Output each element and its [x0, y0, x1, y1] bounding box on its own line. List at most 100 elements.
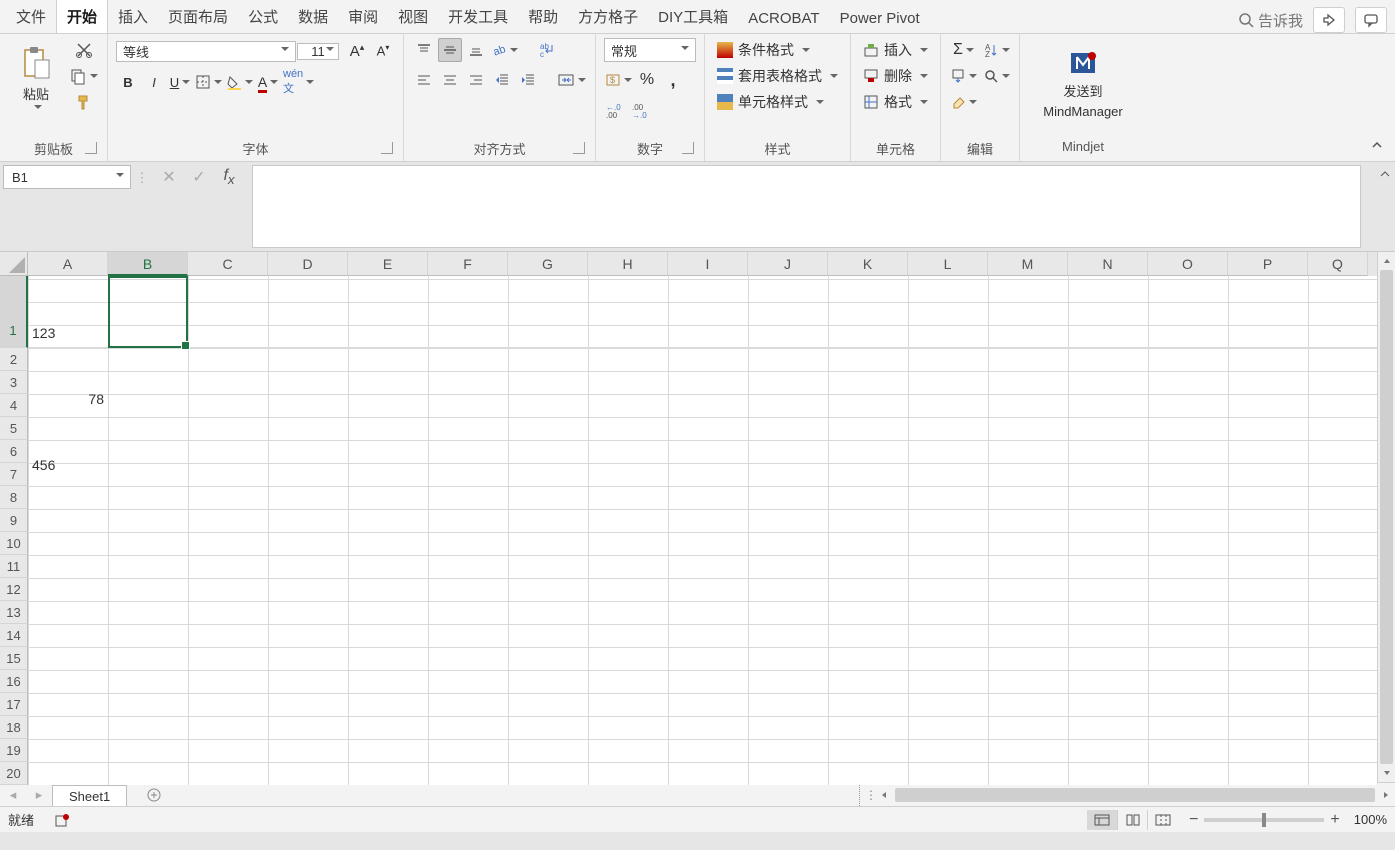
colhdr-D[interactable]: D: [268, 252, 348, 276]
decrease-font-button[interactable]: A▾: [371, 39, 395, 63]
rowhdr-6[interactable]: 6: [0, 440, 28, 463]
sheet-nav-prev[interactable]: ◂: [0, 783, 26, 806]
tab-review[interactable]: 审阅: [338, 0, 388, 33]
zoom-out-button[interactable]: −: [1189, 811, 1198, 829]
cell-styles-button[interactable]: 单元格样式: [713, 90, 828, 114]
macro-record-button[interactable]: [54, 812, 70, 828]
merge-center-button[interactable]: [556, 68, 587, 92]
paste-button[interactable]: 粘贴: [8, 38, 64, 130]
font-size-combo[interactable]: 11: [297, 43, 339, 60]
colhdr-P[interactable]: P: [1228, 252, 1308, 276]
colhdr-C[interactable]: C: [188, 252, 268, 276]
conditional-formatting-button[interactable]: 条件格式: [713, 38, 814, 62]
format-as-table-button[interactable]: 套用表格格式: [713, 64, 842, 88]
rowhdr-11[interactable]: 11: [0, 555, 28, 578]
format-cells-button[interactable]: 格式: [859, 90, 932, 114]
send-to-mindmanager-button[interactable]: 发送到 MindManager: [1028, 38, 1138, 130]
align-right-button[interactable]: [464, 68, 488, 92]
split-grip[interactable]: ⋮: [867, 783, 875, 806]
fill-color-button[interactable]: [225, 70, 254, 94]
horizontal-scrollbar[interactable]: [875, 783, 1395, 806]
tab-data[interactable]: 数据: [288, 0, 338, 33]
rowhdr-8[interactable]: 8: [0, 486, 28, 509]
rowhdr-14[interactable]: 14: [0, 624, 28, 647]
rowhdr-7[interactable]: 7: [0, 463, 28, 486]
italic-button[interactable]: I: [142, 70, 166, 94]
select-all-corner[interactable]: [0, 252, 28, 276]
comma-style-button[interactable]: ,: [661, 68, 685, 92]
colhdr-Q[interactable]: Q: [1308, 252, 1368, 276]
format-painter-button[interactable]: [72, 90, 96, 114]
scroll-left-button[interactable]: [875, 786, 893, 804]
zoom-in-button[interactable]: +: [1330, 811, 1339, 829]
sort-filter-button[interactable]: AZ: [982, 38, 1011, 62]
tab-help[interactable]: 帮助: [518, 0, 568, 33]
colhdr-H[interactable]: H: [588, 252, 668, 276]
number-launcher[interactable]: [682, 142, 694, 154]
tab-acrobat[interactable]: ACROBAT: [738, 4, 829, 33]
border-button[interactable]: [194, 70, 223, 94]
share-button[interactable]: [1313, 7, 1345, 33]
tab-view[interactable]: 视图: [388, 0, 438, 33]
alignment-launcher[interactable]: [573, 142, 585, 154]
percent-style-button[interactable]: %: [635, 68, 659, 92]
tab-pagelayout[interactable]: 页面布局: [158, 0, 238, 33]
phonetic-button[interactable]: wén文: [282, 70, 315, 94]
colhdr-K[interactable]: K: [828, 252, 908, 276]
expand-formula-bar-button[interactable]: [1379, 168, 1393, 182]
scroll-right-button[interactable]: [1377, 786, 1395, 804]
view-pagebreak-button[interactable]: [1147, 810, 1177, 830]
colhdr-M[interactable]: M: [988, 252, 1068, 276]
font-color-button[interactable]: A: [256, 70, 280, 94]
formula-input[interactable]: [252, 165, 1361, 248]
colhdr-G[interactable]: G: [508, 252, 588, 276]
paste-dropdown[interactable]: [31, 107, 42, 122]
tab-insert[interactable]: 插入: [108, 0, 158, 33]
increase-font-button[interactable]: A▴: [345, 39, 369, 63]
colhdr-F[interactable]: F: [428, 252, 508, 276]
namebox-options[interactable]: ⋮: [136, 170, 149, 186]
fill-button[interactable]: [949, 64, 978, 88]
tab-ffgz[interactable]: 方方格子: [568, 0, 648, 33]
insert-function-button[interactable]: fx: [214, 165, 244, 189]
scroll-up-button[interactable]: [1378, 252, 1395, 270]
autosum-button[interactable]: Σ: [952, 38, 976, 62]
enter-formula-button[interactable]: ✓: [184, 165, 214, 189]
colhdr-N[interactable]: N: [1068, 252, 1148, 276]
tab-home[interactable]: 开始: [56, 0, 108, 33]
colhdr-A[interactable]: A: [28, 252, 108, 276]
increase-indent-button[interactable]: [516, 68, 540, 92]
collapse-ribbon-button[interactable]: [1365, 133, 1389, 157]
colhdr-E[interactable]: E: [348, 252, 428, 276]
sheet-tab-1[interactable]: Sheet1: [52, 785, 127, 806]
rowhdr-2[interactable]: 2: [0, 348, 28, 371]
tab-diy[interactable]: DIY工具箱: [648, 0, 738, 33]
rowhdr-4[interactable]: 4: [0, 394, 28, 417]
rowhdr-1[interactable]: 1: [0, 276, 28, 348]
scroll-down-button[interactable]: [1378, 764, 1395, 782]
view-pagelayout-button[interactable]: [1117, 810, 1147, 830]
vertical-scrollbar[interactable]: [1377, 252, 1395, 782]
rowhdr-13[interactable]: 13: [0, 601, 28, 624]
rowhdr-18[interactable]: 18: [0, 716, 28, 739]
rowhdr-12[interactable]: 12: [0, 578, 28, 601]
rowhdr-19[interactable]: 19: [0, 739, 28, 762]
view-normal-button[interactable]: [1087, 810, 1117, 830]
increase-decimal-button[interactable]: ←.0.00: [604, 98, 628, 122]
rowhdr-15[interactable]: 15: [0, 647, 28, 670]
rowhdr-10[interactable]: 10: [0, 532, 28, 555]
copy-button[interactable]: [68, 64, 99, 88]
zoom-slider[interactable]: [1204, 818, 1324, 822]
font-name-combo[interactable]: 等线: [116, 41, 296, 62]
vscroll-thumb[interactable]: [1380, 270, 1393, 764]
rowhdr-3[interactable]: 3: [0, 371, 28, 394]
delete-cells-button[interactable]: 删除: [859, 64, 932, 88]
clipboard-launcher[interactable]: [85, 142, 97, 154]
clear-button[interactable]: [949, 90, 978, 114]
underline-button[interactable]: U: [168, 70, 192, 94]
bold-button[interactable]: B: [116, 70, 140, 94]
align-middle-button[interactable]: [438, 38, 462, 62]
rowhdr-20[interactable]: 20: [0, 762, 28, 785]
decrease-indent-button[interactable]: [490, 68, 514, 92]
align-left-button[interactable]: [412, 68, 436, 92]
